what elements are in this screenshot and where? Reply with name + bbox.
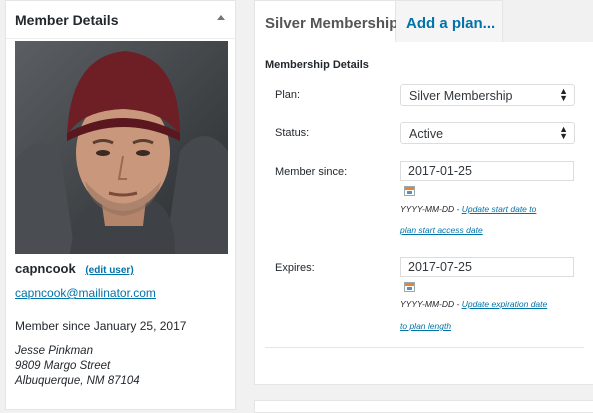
tab-add-plan[interactable]: Add a plan... [396,0,503,42]
expires-hint-2: to plan length [400,321,451,331]
calendar-icon[interactable] [404,282,415,292]
avatar [15,41,228,254]
section-title: Membership Details [265,59,369,71]
update-expiration-date-link-cont[interactable]: to plan length [400,321,451,331]
update-expiration-date-link[interactable]: Update expiration date [462,299,548,309]
member-since-hint-2: plan start access date [400,225,483,235]
select-arrows-icon: ▲ ▼ [559,86,568,103]
member-details-header: Member Details [6,1,235,39]
expires-input[interactable]: 2017-07-25 [400,257,574,277]
member-since-label: Member since: [275,166,348,178]
calendar-icon[interactable] [404,186,415,196]
plan-select[interactable]: Silver Membership ▲ ▼ [400,84,575,106]
address-line: Jesse Pinkman [15,345,93,357]
update-start-date-link[interactable]: Update start date to [462,204,537,214]
membership-details-panel: Membership Details Plan: Silver Membersh… [254,42,593,385]
expires-hint: YYYY-MM-DD - Update expiration date [400,299,547,309]
username-row: capncook (edit user) [15,261,134,276]
date-format-hint: YYYY-MM-DD - [400,204,462,214]
divider [265,347,584,348]
plan-select-value: Silver Membership [409,89,513,103]
status-label: Status: [275,127,310,139]
address-line: 9809 Margo Street [15,360,111,372]
update-start-date-link-cont[interactable]: plan start access date [400,225,483,235]
username: capncook [15,261,76,276]
expires-label: Expires: [275,262,315,274]
member-details-title: Member Details [15,12,119,28]
next-panel-edge [254,400,593,413]
member-since-hint: YYYY-MM-DD - Update start date to [400,204,536,214]
collapse-arrow-icon[interactable] [217,15,225,20]
status-select-value: Active [409,127,444,141]
status-select[interactable]: Active ▲ ▼ [400,122,575,144]
member-details-box: Member Details capncook (edit user) capn… [5,0,236,410]
member-since-input[interactable]: 2017-01-25 [400,161,574,181]
select-arrows-icon: ▲ ▼ [559,124,568,141]
address-line: Albuquerque, NM 87104 [15,375,140,387]
date-format-hint: YYYY-MM-DD - [400,299,462,309]
email-link[interactable]: capncook@mailinator.com [15,286,156,300]
edit-user-link[interactable]: (edit user) [85,265,133,276]
member-since-text: Member since January 25, 2017 [15,319,187,333]
plan-tabs: Silver Membership Add a plan... [254,0,593,42]
plan-label: Plan: [275,89,301,101]
tab-silver-membership[interactable]: Silver Membership [254,0,398,42]
billing-address: Jesse Pinkman 9809 Margo Street Albuquer… [15,344,140,389]
